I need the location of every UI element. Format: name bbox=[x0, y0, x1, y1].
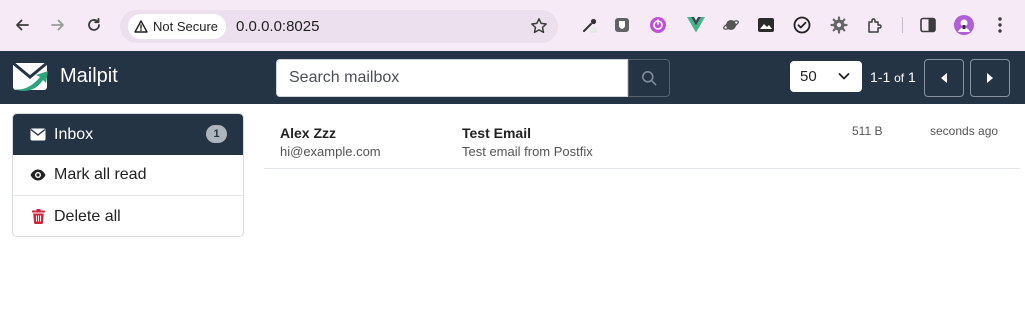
reload-button[interactable] bbox=[82, 13, 106, 37]
bookmark-star-icon[interactable] bbox=[530, 17, 548, 35]
brand-name[interactable]: Mailpit bbox=[60, 65, 118, 88]
url-text: 0.0.0.0:8025 bbox=[236, 18, 320, 35]
next-page-button[interactable] bbox=[970, 59, 1010, 97]
sidebar-menu: Inbox 1 Mark all read Delete all bbox=[12, 113, 244, 237]
search-button[interactable] bbox=[628, 59, 670, 97]
paging-range: 1-1 bbox=[870, 69, 891, 85]
sidebar-item-label: Inbox bbox=[54, 125, 94, 143]
security-label: Not Secure bbox=[153, 19, 219, 34]
message-row[interactable]: Alex Zzz hi@example.com Test Email Test … bbox=[264, 113, 1020, 169]
per-page-value: 50 bbox=[800, 68, 817, 85]
gear-extension-icon[interactable] bbox=[829, 15, 849, 35]
mailpit-logo-icon[interactable] bbox=[12, 59, 52, 102]
app-navbar: Mailpit 50 1-1 of 1 bbox=[0, 51, 1025, 104]
side-panel-icon[interactable] bbox=[918, 15, 938, 35]
eyedropper-extension-icon[interactable] bbox=[580, 15, 600, 35]
caret-left-icon bbox=[941, 73, 947, 83]
search-form bbox=[276, 59, 670, 97]
warning-icon bbox=[134, 20, 148, 33]
sidebar-item-inbox[interactable]: Inbox 1 bbox=[13, 114, 243, 155]
unread-count-badge: 1 bbox=[206, 125, 227, 143]
search-icon bbox=[642, 71, 657, 86]
puzzle-extensions-icon[interactable] bbox=[865, 15, 885, 35]
trash-icon bbox=[30, 209, 46, 225]
sidebar-item-label: Delete all bbox=[54, 207, 121, 225]
previous-page-button[interactable] bbox=[924, 59, 964, 97]
paging-of: of bbox=[894, 71, 905, 85]
vue-devtools-icon[interactable] bbox=[686, 15, 706, 35]
message-subject: Test Email bbox=[462, 125, 531, 141]
browser-toolbar: Not Secure 0.0.0.0:8025 bbox=[0, 0, 1025, 51]
message-time: seconds ago bbox=[930, 124, 999, 138]
search-input[interactable] bbox=[276, 59, 628, 97]
address-bar[interactable]: Not Secure 0.0.0.0:8025 bbox=[120, 10, 558, 43]
image-extension-icon[interactable] bbox=[756, 15, 776, 35]
back-button[interactable] bbox=[10, 13, 34, 37]
paging-total: 1 bbox=[908, 69, 916, 85]
forward-button[interactable] bbox=[46, 13, 70, 37]
paging-status: 1-1 of 1 bbox=[870, 69, 916, 85]
sidebar-item-delete-all[interactable]: Delete all bbox=[13, 196, 243, 236]
security-indicator[interactable]: Not Secure bbox=[128, 14, 227, 39]
shield-extension-icon[interactable] bbox=[612, 15, 632, 35]
sidebar-item-mark-all-read[interactable]: Mark all read bbox=[13, 155, 243, 196]
message-size: 511 B bbox=[852, 124, 883, 138]
chevron-down-icon bbox=[838, 73, 850, 80]
caret-right-icon bbox=[987, 73, 993, 83]
envelope-icon bbox=[30, 127, 46, 143]
per-page-select[interactable]: 50 bbox=[790, 61, 862, 92]
power-extension-icon[interactable] bbox=[648, 15, 668, 35]
sender-name: Alex Zzz bbox=[280, 125, 337, 141]
profile-avatar-icon[interactable] bbox=[954, 15, 974, 35]
more-menu-icon[interactable] bbox=[990, 15, 1010, 35]
sender-email: hi@example.com bbox=[280, 144, 381, 159]
sidebar-item-label: Mark all read bbox=[54, 166, 147, 183]
message-snippet: Test email from Postfix bbox=[462, 144, 593, 159]
planet-extension-icon[interactable] bbox=[721, 15, 741, 35]
eye-icon bbox=[30, 167, 46, 183]
checkmark-extension-icon[interactable] bbox=[792, 15, 812, 35]
toolbar-divider bbox=[902, 17, 903, 33]
